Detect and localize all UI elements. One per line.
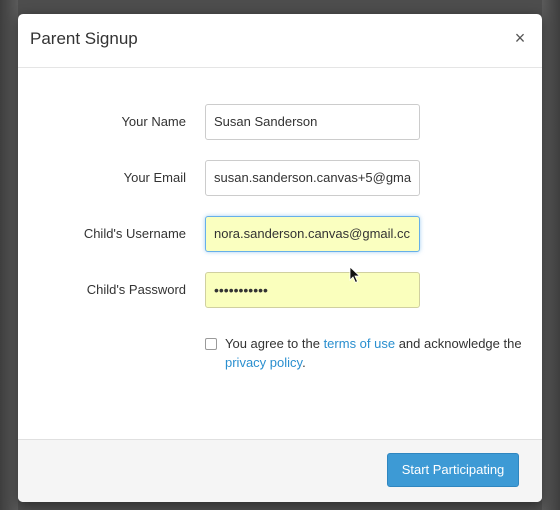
child-username-label: Child's Username <box>83 226 186 241</box>
agreement-suffix: . <box>302 355 306 370</box>
child-username-row: Child's Username nora.sanderson.canvas@g… <box>18 216 542 252</box>
child-username-field[interactable]: nora.sanderson.canvas@gmail.cc <box>205 216 420 252</box>
child-password-row: Child's Password ••••••••••• <box>18 272 542 308</box>
name-row: Your Name Susan Sanderson <box>18 104 542 140</box>
email-field[interactable]: susan.sanderson.canvas+5@gma <box>205 160 420 196</box>
agreement-prefix: You agree to the <box>225 336 324 351</box>
child-password-label: Child's Password <box>86 282 186 297</box>
agreement-middle: and acknowledge the <box>395 336 522 351</box>
mouse-pointer-icon <box>349 266 361 284</box>
backdrop-right <box>542 0 560 510</box>
email-row: Your Email susan.sanderson.canvas+5@gma <box>18 160 542 196</box>
privacy-policy-link[interactable]: privacy policy <box>225 355 302 370</box>
name-label: Your Name <box>121 114 186 129</box>
backdrop-left <box>0 0 18 510</box>
dialog-footer: Start Participating <box>18 439 542 502</box>
agreement-checkbox[interactable] <box>205 338 217 350</box>
terms-of-use-link[interactable]: terms of use <box>324 336 396 351</box>
dialog-header: Parent Signup × <box>18 14 542 68</box>
child-password-field[interactable]: ••••••••••• <box>205 272 420 308</box>
parent-signup-dialog: Parent Signup × Your Name Susan Sanderso… <box>18 14 542 502</box>
dialog-title: Parent Signup <box>30 29 138 48</box>
agreement-text: You agree to the terms of use and acknow… <box>225 334 525 372</box>
close-icon: × <box>514 28 526 48</box>
start-participating-button[interactable]: Start Participating <box>387 453 519 487</box>
name-field[interactable]: Susan Sanderson <box>205 104 420 140</box>
email-label: Your Email <box>123 170 186 185</box>
close-button[interactable]: × <box>511 28 529 48</box>
